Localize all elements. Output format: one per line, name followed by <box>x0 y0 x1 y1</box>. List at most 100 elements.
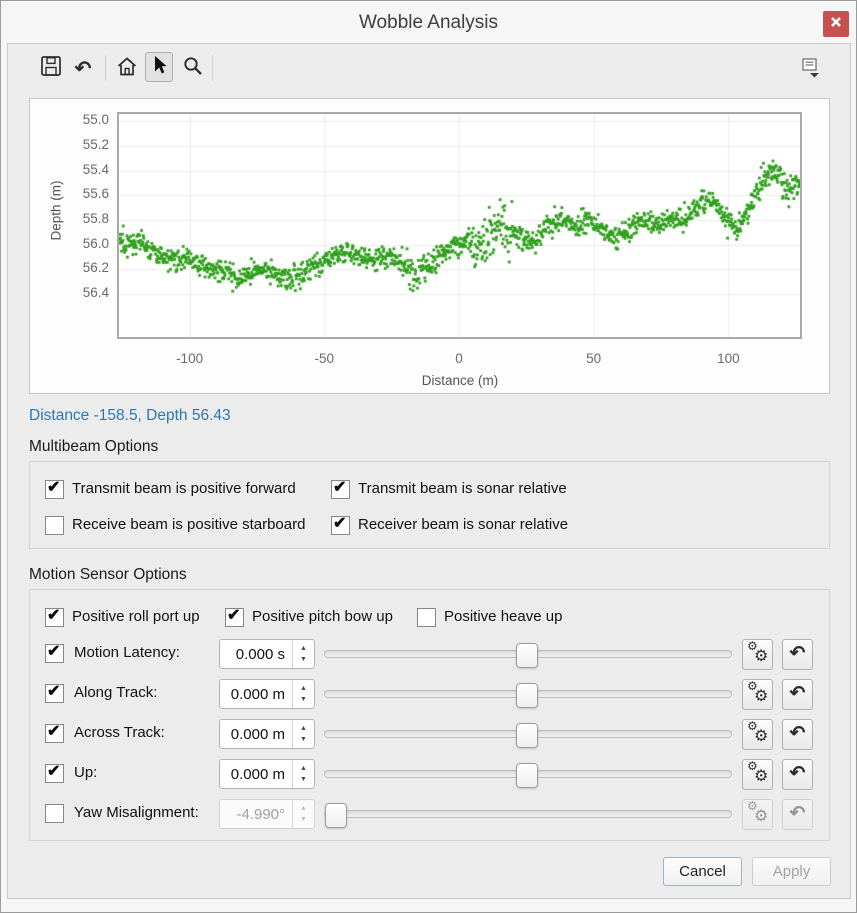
y-tick-label: 55.0 <box>60 112 109 127</box>
spinner-arrows[interactable]: ▲▼ <box>292 760 314 788</box>
spinner-value: 0.000 m <box>220 720 292 748</box>
spin-down-icon[interactable]: ▼ <box>300 656 307 663</box>
along-track-settings-button[interactable]: ⚙⚙ <box>742 679 773 710</box>
spin-down-icon[interactable]: ▼ <box>300 696 307 703</box>
checkbox-up[interactable]: ✔ <box>45 764 64 783</box>
checkbox-receive-positive-starboard[interactable]: ✔ <box>45 516 64 535</box>
motion-latency-slider[interactable] <box>324 650 732 658</box>
up-slider[interactable] <box>324 770 732 778</box>
magnifier-icon <box>182 55 204 82</box>
x-tick-label: 50 <box>564 351 624 366</box>
spin-up-icon[interactable]: ▲ <box>300 645 307 652</box>
list-dropdown-icon <box>798 56 824 85</box>
motion-latency-settings-button[interactable]: ⚙⚙ <box>742 639 773 670</box>
along-track-slider[interactable] <box>324 690 732 698</box>
motion-sensor-options-title: Motion Sensor Options <box>29 566 187 584</box>
y-tick-label: 56.2 <box>60 260 109 275</box>
up-spinner[interactable]: 0.000 m ▲▼ <box>219 759 315 789</box>
gears-icon: ⚙ <box>754 686 768 706</box>
scatter-plot-area[interactable] <box>117 112 802 339</box>
y-tick-label: 56.0 <box>60 236 109 251</box>
scatter-canvas[interactable] <box>119 114 800 337</box>
undo-icon: ↶ <box>75 56 92 81</box>
across-track-settings-button[interactable]: ⚙⚙ <box>742 719 773 750</box>
gears-icon: ⚙ <box>754 806 768 826</box>
gears-icon: ⚙ <box>754 726 768 746</box>
home-view-button[interactable] <box>113 53 141 83</box>
toolbar-separator <box>212 55 213 81</box>
toolbar-separator <box>105 55 106 81</box>
checkmark-icon: ✔ <box>47 477 60 497</box>
y-tick-label: 55.2 <box>60 137 109 152</box>
checkbox-along-track[interactable]: ✔ <box>45 684 64 703</box>
spinner-arrows: ▲▼ <box>292 800 314 828</box>
checkbox-yaw-misalignment[interactable]: ✔ <box>45 804 64 823</box>
undo-button[interactable]: ↶ <box>69 53 97 83</box>
window-title: Wobble Analysis <box>1 12 856 34</box>
spin-up-icon[interactable]: ▲ <box>300 725 307 732</box>
across-track-spinner[interactable]: 0.000 m ▲▼ <box>219 719 315 749</box>
reset-icon: ↶ <box>783 680 812 707</box>
reset-icon: ↶ <box>783 800 812 827</box>
up-reset-button[interactable]: ↶ <box>782 759 813 790</box>
row-label: Yaw Misalignment: <box>74 802 199 824</box>
spin-up-icon[interactable]: ▲ <box>300 765 307 772</box>
save-button[interactable] <box>37 53 65 83</box>
checkbox-positive-roll-port-up[interactable]: ✔ <box>45 608 64 627</box>
across-track-slider[interactable] <box>324 730 732 738</box>
checkbox-receiver-sonar-relative[interactable]: ✔ <box>331 516 350 535</box>
checkmark-icon: ✔ <box>227 605 240 625</box>
checkbox-label: Receiver beam is sonar relative <box>358 514 568 536</box>
yaw-misalignment-settings-button: ⚙⚙ <box>742 799 773 830</box>
checkbox-transmit-positive-forward[interactable]: ✔ <box>45 480 64 499</box>
spinner-value: -4.990° <box>220 800 292 828</box>
close-icon <box>830 15 842 33</box>
y-tick-label: 56.4 <box>60 285 109 300</box>
checkmark-icon: ✔ <box>47 605 60 625</box>
checkbox-transmit-sonar-relative[interactable]: ✔ <box>331 480 350 499</box>
pointer-icon <box>149 54 169 81</box>
spinner-arrows[interactable]: ▲▼ <box>292 680 314 708</box>
row-label: Along Track: <box>74 682 157 704</box>
checkmark-icon: ✔ <box>47 721 60 741</box>
up-settings-button[interactable]: ⚙⚙ <box>742 759 773 790</box>
y-tick-label: 55.6 <box>60 186 109 201</box>
spin-down-icon[interactable]: ▼ <box>300 776 307 783</box>
checkbox-motion-latency[interactable]: ✔ <box>45 644 64 663</box>
wobble-analysis-window: Wobble Analysis ↶ <box>0 0 857 913</box>
x-tick-label: 100 <box>698 351 758 366</box>
zoom-tool-button[interactable] <box>179 53 207 83</box>
checkbox-positive-pitch-bow-up[interactable]: ✔ <box>225 608 244 627</box>
chart-panel: Depth (m) Distance (m) 55.055.255.455.65… <box>29 98 830 394</box>
slider-handle[interactable] <box>325 803 347 828</box>
slider-handle[interactable] <box>516 683 538 708</box>
motion-latency-spinner[interactable]: 0.000 s ▲▼ <box>219 639 315 669</box>
slider-handle[interactable] <box>516 723 538 748</box>
reset-icon: ↶ <box>783 760 812 787</box>
yaw-misalignment-reset-button: ↶ <box>782 799 813 830</box>
slider-handle[interactable] <box>516 643 538 668</box>
checkbox-across-track[interactable]: ✔ <box>45 724 64 743</box>
apply-button: Apply <box>752 857 831 886</box>
spin-up-icon[interactable]: ▲ <box>300 685 307 692</box>
spinner-arrows[interactable]: ▲▼ <box>292 720 314 748</box>
along-track-reset-button[interactable]: ↶ <box>782 679 813 710</box>
close-button[interactable] <box>823 11 849 37</box>
save-icon <box>40 55 62 82</box>
spin-down-icon[interactable]: ▼ <box>300 736 307 743</box>
across-track-reset-button[interactable]: ↶ <box>782 719 813 750</box>
chart-options-menu-button[interactable] <box>797 55 825 85</box>
checkbox-positive-heave-up[interactable]: ✔ <box>417 608 436 627</box>
pointer-tool-button[interactable] <box>145 52 173 82</box>
checkmark-icon: ✔ <box>333 477 346 497</box>
along-track-spinner[interactable]: 0.000 m ▲▼ <box>219 679 315 709</box>
yaw-misalignment-slider[interactable] <box>324 810 732 818</box>
spinner-value: 0.000 m <box>220 760 292 788</box>
row-label: Across Track: <box>74 722 165 744</box>
spinner-arrows[interactable]: ▲▼ <box>292 640 314 668</box>
row-label: Up: <box>74 762 97 784</box>
motion-latency-reset-button[interactable]: ↶ <box>782 639 813 670</box>
slider-handle[interactable] <box>516 763 538 788</box>
cancel-button[interactable]: Cancel <box>663 857 742 886</box>
multibeam-options-title: Multibeam Options <box>29 438 158 456</box>
